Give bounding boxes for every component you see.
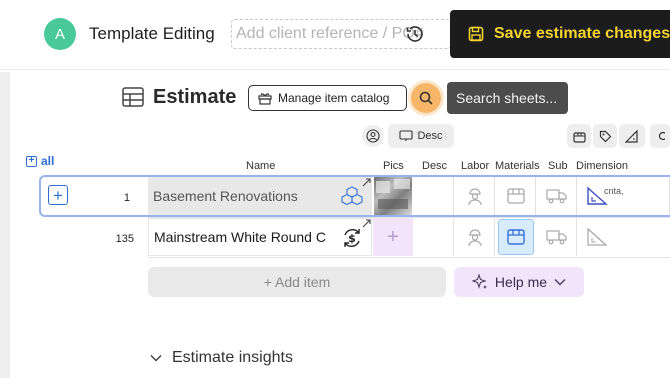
gift-icon bbox=[258, 92, 272, 105]
all-label: all bbox=[41, 154, 55, 168]
sparkle-icon bbox=[471, 274, 487, 289]
cubes-icon[interactable] bbox=[341, 186, 363, 206]
user-avatar[interactable]: A bbox=[44, 18, 76, 50]
manage-catalog-label: Manage item catalog bbox=[278, 91, 390, 105]
item-name-cell[interactable]: Basement Renovations bbox=[148, 177, 372, 215]
dimension-text: cnta, bbox=[604, 186, 624, 196]
column-header-materials[interactable]: Materials bbox=[495, 160, 540, 172]
desc-cell[interactable] bbox=[414, 218, 454, 256]
add-photo-button[interactable]: + bbox=[373, 218, 413, 256]
plus-icon: + bbox=[387, 225, 399, 248]
save-estimate-button[interactable]: Save estimate changes bbox=[450, 10, 670, 58]
more-column-chip[interactable] bbox=[650, 124, 670, 148]
search-icon bbox=[419, 91, 433, 105]
sub-cell[interactable] bbox=[537, 218, 577, 256]
monitor-icon bbox=[399, 130, 414, 141]
worker-icon bbox=[467, 188, 482, 206]
person-column-chip[interactable] bbox=[362, 125, 384, 147]
ruler-triangle-icon bbox=[587, 227, 608, 246]
person-icon bbox=[366, 129, 380, 143]
save-icon bbox=[468, 26, 484, 42]
labor-cell[interactable] bbox=[455, 177, 495, 215]
ruler-icon bbox=[625, 129, 638, 143]
add-item-button[interactable]: + Add item bbox=[148, 267, 446, 297]
expand-arrow-icon[interactable] bbox=[362, 219, 371, 228]
materials-cell-active[interactable] bbox=[498, 219, 534, 255]
item-photo-thumbnail[interactable] bbox=[374, 177, 412, 215]
expand-all-toggle[interactable]: + all bbox=[26, 154, 54, 168]
sub-cell[interactable] bbox=[537, 177, 577, 215]
truck-icon bbox=[545, 189, 567, 204]
svg-text:$: $ bbox=[348, 232, 356, 245]
column-header-labor[interactable]: Labor bbox=[461, 160, 489, 172]
search-sheets-button[interactable] bbox=[411, 83, 441, 113]
estimate-insights-label: Estimate insights bbox=[172, 349, 293, 366]
dimension-cell[interactable] bbox=[578, 177, 670, 215]
partial-icon bbox=[658, 131, 665, 141]
help-me-button[interactable]: Help me bbox=[454, 267, 584, 297]
column-header-name[interactable]: Name bbox=[246, 160, 275, 172]
box-column-chip[interactable] bbox=[567, 124, 591, 148]
left-scrollbar[interactable] bbox=[0, 72, 10, 378]
manage-catalog-button[interactable]: Manage item catalog bbox=[248, 85, 407, 111]
help-me-label: Help me bbox=[494, 274, 548, 290]
box-icon bbox=[506, 188, 525, 204]
expand-arrow-icon[interactable] bbox=[362, 178, 371, 187]
ruler-column-chip[interactable] bbox=[619, 124, 645, 148]
truck-icon bbox=[545, 230, 567, 245]
chevron-down-icon bbox=[150, 354, 162, 362]
column-header-desc[interactable]: Desc bbox=[422, 160, 447, 172]
desc-cell[interactable] bbox=[414, 177, 454, 215]
chevron-down-icon bbox=[554, 279, 566, 286]
tag-column-chip[interactable] bbox=[593, 124, 617, 148]
column-header-sub[interactable]: Sub bbox=[548, 160, 568, 172]
worker-icon bbox=[467, 229, 482, 247]
box-icon bbox=[507, 229, 525, 245]
plus-square-icon: + bbox=[26, 155, 37, 167]
search-tooltip: Search sheets... bbox=[447, 82, 568, 114]
estimate-title: Estimate bbox=[153, 86, 237, 108]
column-header-pics[interactable]: Pics bbox=[383, 160, 404, 172]
photo-icon bbox=[376, 179, 410, 209]
box-icon bbox=[572, 131, 586, 143]
materials-cell[interactable] bbox=[496, 177, 536, 215]
estimate-insights-toggle[interactable]: Estimate insights bbox=[150, 349, 293, 367]
dollar-cycle-icon[interactable]: $ bbox=[341, 227, 363, 249]
dimension-cell[interactable] bbox=[578, 218, 670, 256]
history-icon[interactable] bbox=[405, 24, 425, 44]
desc-chip-label: Desc bbox=[417, 130, 443, 142]
row-divider bbox=[148, 257, 670, 258]
tag-icon bbox=[599, 130, 611, 142]
save-button-label: Save estimate changes bbox=[494, 25, 670, 42]
row-number: 1 bbox=[123, 192, 130, 204]
add-subitem-button[interactable]: + bbox=[48, 185, 68, 205]
top-bar: A Template Editing Add client reference … bbox=[0, 0, 670, 70]
row-number: 135 bbox=[115, 233, 134, 245]
item-name-cell[interactable]: Mainstream White Round C bbox=[148, 218, 372, 256]
desc-column-chip[interactable]: Desc bbox=[388, 124, 454, 148]
column-header-dimension[interactable]: Dimension bbox=[576, 160, 628, 172]
template-title: Template Editing bbox=[89, 24, 215, 43]
table-icon bbox=[122, 87, 144, 107]
labor-cell[interactable] bbox=[455, 218, 495, 256]
